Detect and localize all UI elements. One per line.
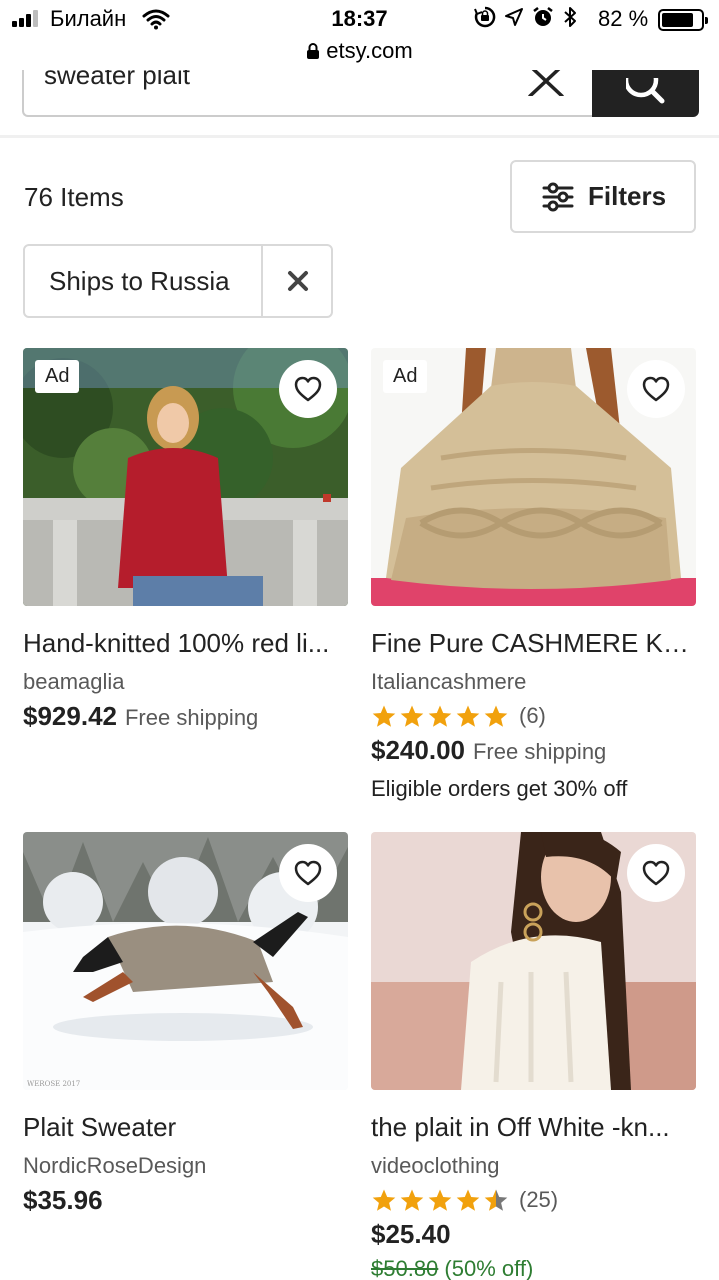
shop-name: videoclothing bbox=[371, 1153, 500, 1178]
heart-icon bbox=[642, 376, 670, 402]
listing-title[interactable]: Fine Pure CASHMERE Kn... bbox=[371, 628, 696, 659]
listing-price: $35.96 bbox=[23, 1185, 103, 1215]
star-icon bbox=[372, 705, 396, 727]
listing-price: $25.40 bbox=[371, 1219, 451, 1249]
listing-card[interactable]: Ad Hand-knitted 100% red li... beamaglia… bbox=[23, 348, 348, 732]
star-icon bbox=[484, 705, 508, 727]
favorite-button[interactable] bbox=[279, 360, 337, 418]
results-count: 76 Items bbox=[24, 182, 124, 212]
shop-name: beamaglia bbox=[23, 669, 125, 694]
favorite-button[interactable] bbox=[627, 844, 685, 902]
original-price: $50.80 bbox=[371, 1256, 439, 1280]
star-icon bbox=[456, 1189, 480, 1211]
search-query[interactable]: sweater plait bbox=[44, 70, 190, 91]
heart-icon bbox=[294, 376, 322, 402]
shop-name: NordicRoseDesign bbox=[23, 1153, 207, 1178]
listing-title[interactable]: Hand-knitted 100% red li... bbox=[23, 628, 348, 659]
favorite-button[interactable] bbox=[279, 844, 337, 902]
star-rating: (6) bbox=[371, 703, 696, 729]
wifi-icon bbox=[142, 9, 170, 30]
heart-icon bbox=[642, 860, 670, 886]
status-icons bbox=[474, 6, 578, 28]
listing-price: $929.42 bbox=[23, 701, 117, 731]
star-icon bbox=[484, 1189, 508, 1211]
star-rating: (25) bbox=[371, 1187, 696, 1213]
battery-percentage: 82 % bbox=[598, 6, 649, 31]
original-price-row: $50.80 (50% off) bbox=[371, 1256, 696, 1280]
clear-search-icon[interactable] bbox=[524, 70, 568, 96]
search-bar: sweater plait bbox=[0, 70, 719, 138]
ad-badge: Ad bbox=[383, 360, 428, 393]
shop-name: Italiancashmere bbox=[371, 669, 527, 694]
favorite-button[interactable] bbox=[627, 360, 685, 418]
filters-label: Filters bbox=[588, 181, 667, 211]
shipping-info: Free shipping bbox=[472, 739, 607, 764]
listing-title[interactable]: the plait in Off White -kn... bbox=[371, 1112, 696, 1143]
star-icon bbox=[400, 705, 424, 727]
listing-card[interactable]: WEROSE 2017 Plait Sweater NordicRoseDesi… bbox=[23, 832, 348, 1216]
cellular-signal-icon bbox=[12, 10, 38, 27]
url-bar[interactable]: etsy.com bbox=[0, 38, 719, 70]
star-icon bbox=[372, 1189, 396, 1211]
listing-price: $240.00 bbox=[371, 735, 465, 765]
heart-icon bbox=[294, 860, 322, 886]
listing-card[interactable]: Ad Fine Pure CASHMERE Kn... Italiancashm… bbox=[371, 348, 696, 802]
search-button[interactable] bbox=[592, 70, 699, 117]
alarm-icon bbox=[533, 7, 553, 26]
battery-icon bbox=[658, 9, 708, 31]
bluetooth-icon bbox=[564, 7, 576, 27]
location-arrow-icon bbox=[505, 8, 523, 26]
star-icon bbox=[428, 705, 452, 727]
listing-image[interactable]: Ad bbox=[23, 348, 348, 606]
search-input[interactable]: sweater plait bbox=[22, 70, 594, 117]
lock-icon bbox=[307, 43, 320, 59]
svg-text:WEROSE 2017: WEROSE 2017 bbox=[27, 1080, 80, 1088]
shipping-info: Free shipping bbox=[124, 705, 259, 730]
listing-image[interactable]: Ad bbox=[371, 348, 696, 606]
status-bar: Билайн 18:37 82 % bbox=[0, 0, 719, 40]
close-icon bbox=[288, 271, 308, 291]
search-icon bbox=[626, 78, 665, 104]
star-icon bbox=[428, 1189, 452, 1211]
listing-image[interactable]: WEROSE 2017 bbox=[23, 832, 348, 1090]
review-count: (6) bbox=[519, 703, 546, 728]
sliders-icon bbox=[542, 182, 574, 211]
filters-button[interactable]: Filters bbox=[510, 160, 696, 233]
listing-image[interactable] bbox=[371, 832, 696, 1090]
rotation-lock-icon bbox=[474, 6, 496, 28]
review-count: (25) bbox=[519, 1187, 559, 1212]
url-domain: etsy.com bbox=[326, 38, 413, 63]
listing-card[interactable]: the plait in Off White -kn... videocloth… bbox=[371, 832, 696, 1280]
star-icon bbox=[456, 705, 480, 727]
listing-title[interactable]: Plait Sweater bbox=[23, 1112, 348, 1143]
carrier-name: Билайн bbox=[50, 6, 127, 31]
star-icon bbox=[400, 1189, 424, 1211]
discount-label: (50% off) bbox=[444, 1256, 534, 1280]
filter-chip-ships-to[interactable]: Ships to Russia bbox=[23, 244, 333, 318]
ad-badge: Ad bbox=[35, 360, 80, 393]
filter-chip-label: Ships to Russia bbox=[49, 266, 230, 296]
promo-text: Eligible orders get 30% off bbox=[371, 776, 628, 801]
remove-filter-button[interactable] bbox=[263, 246, 333, 316]
